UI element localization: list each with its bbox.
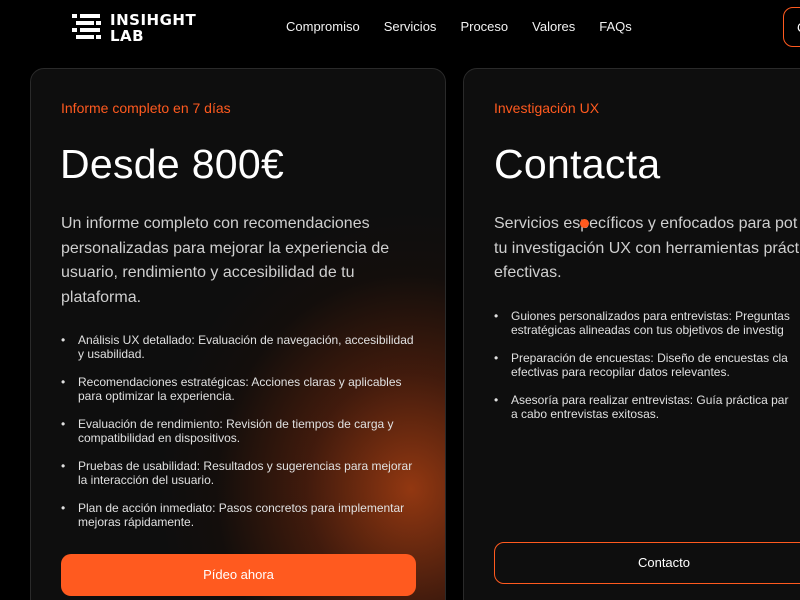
header-contact-button[interactable]: C [783, 7, 800, 47]
feature-item: Guiones personalizados para entrevistas:… [494, 309, 800, 337]
nav-link-proceso[interactable]: Proceso [460, 19, 508, 34]
pricing-card-informe: Informe completo en 7 días Desde 800€ Un… [30, 68, 446, 600]
feature-line: Guiones personalizados para entrevistas:… [511, 309, 790, 323]
feature-list: Guiones personalizados para entrevistas:… [494, 309, 800, 435]
card-description: Un informe completo con recomendaciones … [61, 215, 390, 306]
card-price: Desde 800€ [60, 141, 285, 187]
description-line: Servicios específicos y enfocados para p… [494, 215, 798, 232]
order-now-button[interactable]: Pídeo ahora [61, 554, 416, 596]
feature-item: Recomendaciones estratégicas: Acciones c… [61, 375, 421, 403]
feature-line: Preparación de encuestas: Diseño de encu… [511, 351, 788, 365]
feature-item: Evaluación de rendimiento: Revisión de t… [61, 417, 421, 445]
pricing-card-investigacion: Investigación UX Contacta Servicios espe… [463, 68, 800, 600]
card-eyebrow: Informe completo en 7 días [61, 100, 231, 116]
feature-line: Asesoría para realizar entrevistas: Guía… [511, 393, 789, 407]
nav-link-servicios[interactable]: Servicios [384, 19, 437, 34]
main-nav: Compromiso Servicios Proceso Valores FAQ… [286, 19, 656, 34]
brand-name-line2: LAB [110, 27, 145, 45]
nav-link-faqs[interactable]: FAQs [599, 19, 632, 34]
description-line: tu investigación UX con herramientas prá… [494, 239, 800, 257]
feature-list: Análisis UX detallado: Evaluación de nav… [61, 333, 421, 543]
feature-item: Plan de acción inmediato: Pasos concreto… [61, 501, 421, 529]
nav-link-valores[interactable]: Valores [532, 19, 575, 34]
brand-name: INSIHGHT LAB [110, 12, 196, 44]
feature-line: efectivas para recopilar datos relevante… [511, 365, 730, 379]
feature-item: Asesoría para realizar entrevistas: Guía… [494, 393, 800, 421]
cursor-pointer [580, 219, 589, 228]
logo-icon [72, 14, 101, 39]
nav-link-compromiso[interactable]: Compromiso [286, 19, 360, 34]
card-eyebrow: Investigación UX [494, 100, 600, 116]
card-price: Contacta [494, 141, 661, 187]
feature-item: Pruebas de usabilidad: Resultados y suge… [61, 459, 421, 487]
site-header: INSIHGHT LAB Compromiso Servicios Proces… [0, 0, 800, 58]
description-line: efectivas. [494, 264, 562, 281]
card-description: Servicios específicos y enfocados para p… [494, 212, 800, 286]
brand-logo[interactable]: INSIHGHT LAB [70, 12, 196, 44]
feature-item: Análisis UX detallado: Evaluación de nav… [61, 333, 421, 361]
feature-line: estratégicas alineadas con tus objetivos… [511, 323, 784, 337]
feature-line: a cabo entrevistas exitosas. [511, 407, 660, 421]
contact-button[interactable]: Contacto [494, 542, 800, 584]
brand-name-line1: INSIHGHT [110, 11, 197, 29]
feature-item: Preparación de encuestas: Diseño de encu… [494, 351, 800, 379]
